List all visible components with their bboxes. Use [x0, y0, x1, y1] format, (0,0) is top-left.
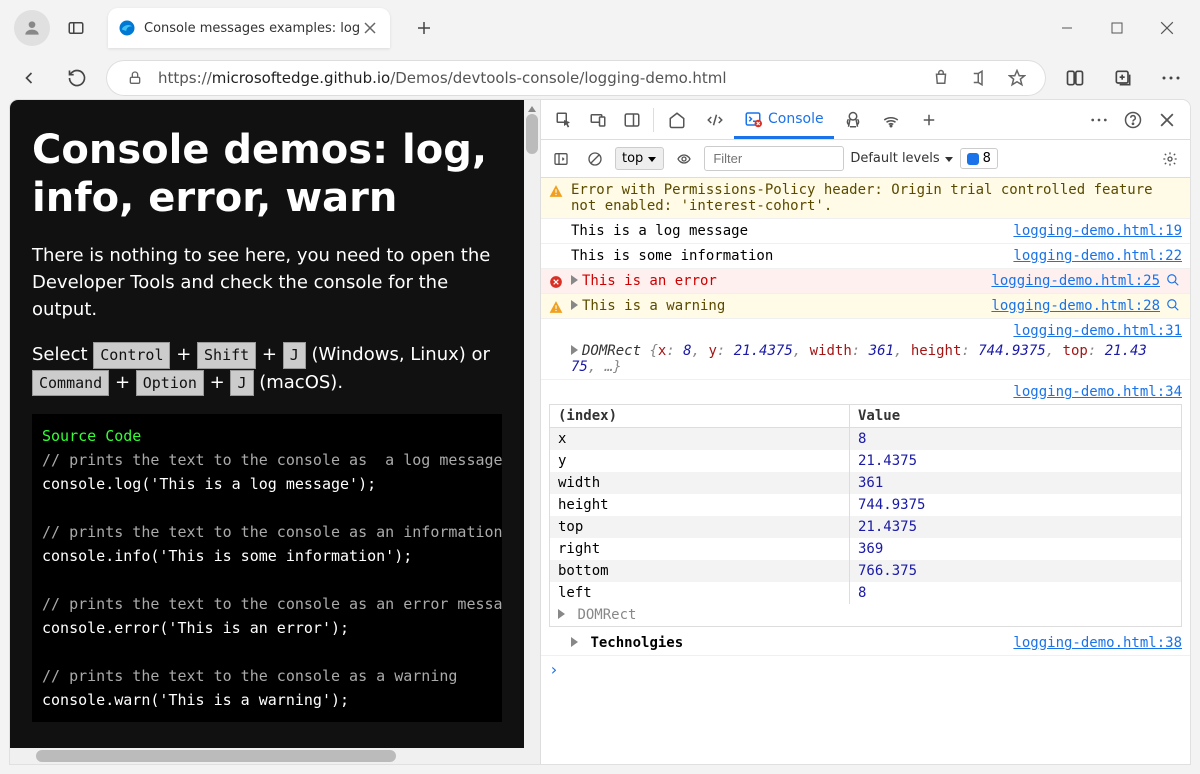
tab-network[interactable] [872, 101, 910, 139]
read-aloud-icon[interactable] [964, 63, 994, 93]
source-link[interactable]: logging-demo.html:22 [1013, 248, 1182, 264]
shopping-icon[interactable] [926, 63, 956, 93]
window-maximize-button[interactable] [1092, 8, 1142, 48]
new-tab-button[interactable] [404, 8, 444, 48]
tab-console[interactable]: Console [734, 101, 834, 139]
console-log-row[interactable]: This is a log message logging-demo.html:… [541, 219, 1190, 244]
console-info-row[interactable]: This is some information logging-demo.ht… [541, 244, 1190, 269]
devtools-close-icon[interactable] [1150, 103, 1184, 137]
tab-add[interactable] [910, 101, 948, 139]
console-sidebar-toggle-icon[interactable] [547, 145, 575, 173]
table-row[interactable]: width361 [550, 472, 1181, 494]
tab-title: Console messages examples: log [144, 21, 360, 36]
url-text: https://microsoftedge.github.io/Demos/de… [158, 69, 918, 87]
devtools-more-icon[interactable] [1082, 103, 1116, 137]
source-link[interactable]: logging-demo.html:25 [991, 273, 1160, 289]
collections-icon[interactable] [1104, 59, 1142, 97]
dock-side-icon[interactable] [615, 103, 649, 137]
page-content: Console demos: log, info, error, warn Th… [10, 100, 540, 764]
devtools-panel: Console top Default levels 8 [540, 100, 1190, 764]
table-row[interactable]: height744.9375 [550, 494, 1181, 516]
warning-icon [549, 300, 565, 314]
console-warning-row[interactable]: Error with Permissions-Policy header: Or… [541, 178, 1190, 219]
table-row[interactable]: bottom766.375 [550, 560, 1181, 582]
table-row[interactable]: x8 [550, 428, 1181, 450]
intro-text: There is nothing to see here, you need t… [32, 242, 502, 323]
lock-icon[interactable] [120, 63, 150, 93]
address-bar[interactable]: https://microsoftedge.github.io/Demos/de… [106, 60, 1046, 96]
error-icon [549, 275, 565, 289]
source-link[interactable]: logging-demo.html:28 [991, 298, 1160, 314]
domrect-object[interactable]: DOMRect {x: 8, y: 21.4375, width: 361, h… [541, 339, 1190, 380]
source-link[interactable]: logging-demo.html:34 [1013, 384, 1182, 400]
tab-elements[interactable] [696, 101, 734, 139]
table-row[interactable]: right369 [550, 538, 1181, 560]
console-object-row[interactable]: Technolgies logging-demo.html:38 [541, 631, 1190, 656]
menu-icon[interactable] [1152, 59, 1190, 97]
filter-input[interactable] [704, 146, 844, 171]
table-row[interactable]: top21.4375 [550, 516, 1181, 538]
device-toolbar-icon[interactable] [581, 103, 615, 137]
source-link[interactable]: logging-demo.html:19 [1013, 223, 1182, 239]
inspect-element-icon[interactable] [547, 103, 581, 137]
console-settings-icon[interactable] [1156, 145, 1184, 173]
window-minimize-button[interactable] [1042, 8, 1092, 48]
page-scrollbar-horizontal[interactable] [10, 748, 524, 764]
profile-button[interactable] [14, 10, 50, 46]
console-table: (index) Value x8y21.4375width361height74… [549, 404, 1182, 627]
back-button[interactable] [10, 59, 48, 97]
live-expression-icon[interactable] [670, 145, 698, 173]
console-object-row[interactable]: logging-demo.html:31 [541, 319, 1190, 339]
favorite-icon[interactable] [1002, 63, 1032, 93]
console-warning-row[interactable]: This is a warning logging-demo.html:28 [541, 294, 1190, 319]
console-table-row[interactable]: logging-demo.html:34 [541, 380, 1190, 400]
edge-icon [118, 19, 136, 37]
warning-icon [549, 184, 565, 198]
table-row[interactable]: y21.4375 [550, 450, 1181, 472]
console-error-row[interactable]: This is an error logging-demo.html:25 [541, 269, 1190, 294]
table-row[interactable]: left8 [550, 582, 1181, 604]
table-header-value[interactable]: Value [850, 405, 1181, 427]
log-levels-select[interactable]: Default levels [850, 151, 953, 166]
browser-tab[interactable]: Console messages examples: log [108, 8, 390, 48]
source-link[interactable]: logging-demo.html:38 [1013, 635, 1182, 651]
tab-welcome[interactable] [658, 101, 696, 139]
tab-sources[interactable] [834, 101, 872, 139]
kbd-instructions: Select Control + Shift + J (Windows, Lin… [32, 341, 502, 396]
inspect-icon[interactable] [1166, 273, 1182, 289]
window-close-button[interactable] [1142, 8, 1192, 48]
table-proto[interactable]: DOMRect [550, 604, 1181, 626]
table-header-index[interactable]: (index) [550, 405, 850, 427]
issues-badge[interactable]: 8 [960, 148, 998, 169]
page-scrollbar-vertical[interactable] [524, 100, 540, 764]
page-title: Console demos: log, info, error, warn [32, 126, 502, 222]
tab-close-icon[interactable] [360, 18, 380, 38]
inspect-icon[interactable] [1166, 298, 1182, 314]
console-prompt[interactable]: › [541, 656, 1190, 683]
split-screen-icon[interactable] [1056, 59, 1094, 97]
refresh-button[interactable] [58, 59, 96, 97]
code-block: Source Code // prints the text to the co… [32, 414, 502, 722]
tab-actions-icon[interactable] [56, 8, 96, 48]
context-select[interactable]: top [615, 147, 664, 170]
devtools-help-icon[interactable] [1116, 103, 1150, 137]
clear-console-icon[interactable] [581, 145, 609, 173]
source-link[interactable]: logging-demo.html:31 [1013, 323, 1182, 339]
